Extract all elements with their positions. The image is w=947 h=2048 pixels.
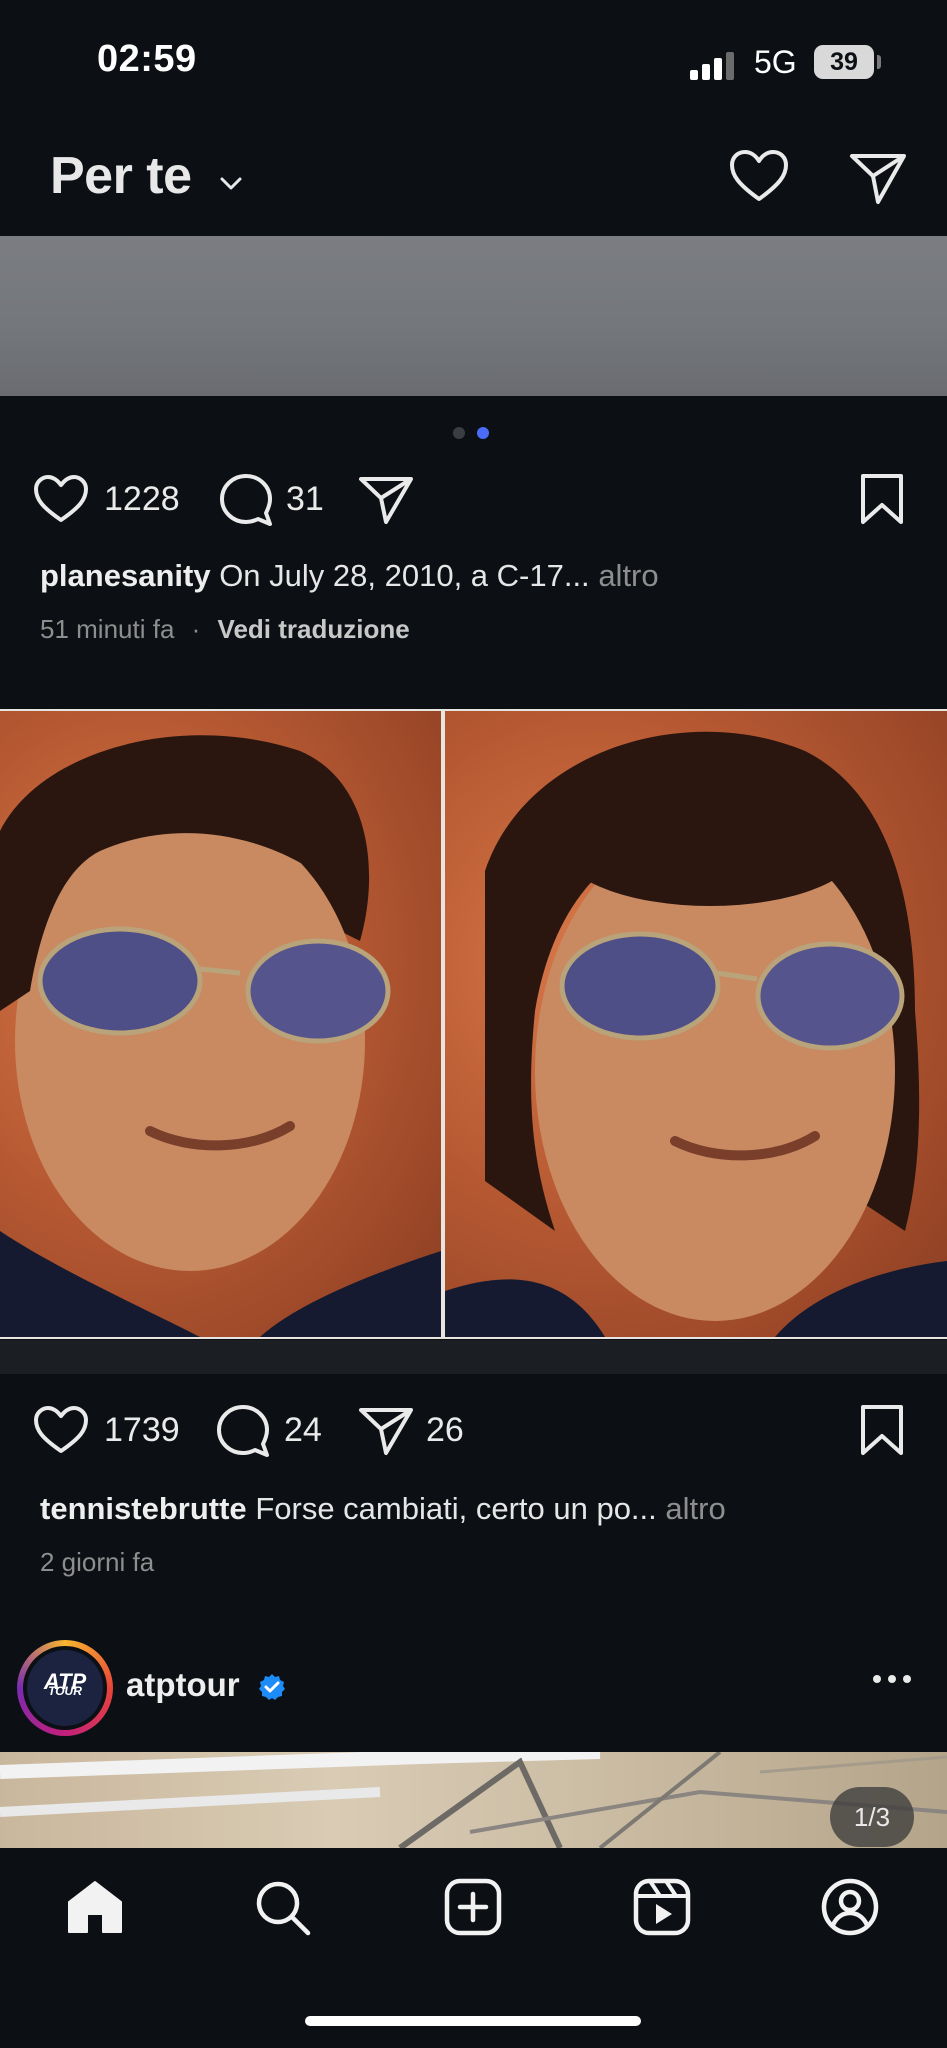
share-icon[interactable] xyxy=(358,475,414,525)
comment-count[interactable]: 24 xyxy=(284,1411,322,1450)
home-indicator[interactable] xyxy=(305,2016,641,2026)
battery-indicator: 39 xyxy=(814,45,874,79)
caption-text: Forse cambiati, certo un po... xyxy=(255,1491,657,1526)
more-options-icon[interactable] xyxy=(872,1672,912,1686)
caption-text: On July 28, 2010, a C-17... xyxy=(219,558,590,593)
post-meta: 51 minuti fa · Vedi traduzione xyxy=(40,614,410,644)
feed-selector-title[interactable]: Per te xyxy=(50,146,192,206)
like-icon[interactable] xyxy=(33,474,89,524)
post-caption: tennistebrutte Forse cambiati, certo un … xyxy=(40,1491,726,1527)
photo-right xyxy=(445,711,947,1337)
chevron-down-icon[interactable] xyxy=(218,170,244,196)
verified-badge-icon xyxy=(259,1674,285,1700)
network-label: 5G xyxy=(754,44,797,80)
status-time: 02:59 xyxy=(97,38,197,80)
like-count[interactable]: 1228 xyxy=(104,480,180,519)
comment-icon[interactable] xyxy=(215,1404,271,1458)
home-icon[interactable] xyxy=(65,1878,125,1936)
like-icon[interactable] xyxy=(33,1405,89,1455)
battery-cap xyxy=(877,55,881,69)
comment-icon[interactable] xyxy=(218,473,274,527)
reels-icon[interactable] xyxy=(632,1878,692,1936)
search-icon[interactable] xyxy=(253,1878,313,1936)
post-image[interactable] xyxy=(0,236,947,396)
post-username[interactable]: tennistebrutte xyxy=(40,1491,247,1526)
post-image[interactable] xyxy=(0,1752,947,1848)
notifications-heart-icon[interactable] xyxy=(728,148,790,204)
avatar[interactable]: ATP TOUR xyxy=(27,1650,103,1726)
post-time: 2 giorni fa xyxy=(40,1547,155,1577)
translate-link[interactable]: Vedi traduzione xyxy=(218,614,410,644)
post-image[interactable] xyxy=(0,709,947,1339)
profile-icon[interactable] xyxy=(820,1878,880,1936)
direct-messages-icon[interactable] xyxy=(848,150,908,206)
share-icon[interactable] xyxy=(358,1406,414,1456)
avatar-logo-subtext: TOUR xyxy=(48,1684,82,1698)
post-account-name[interactable]: atptour xyxy=(126,1666,240,1704)
caption-more-link[interactable]: altro xyxy=(598,558,658,593)
save-bookmark-icon[interactable] xyxy=(858,472,906,526)
post-divider-strip xyxy=(0,1340,947,1374)
post-username[interactable]: planesanity xyxy=(40,558,211,593)
save-bookmark-icon[interactable] xyxy=(858,1403,906,1457)
caption-more-link[interactable]: altro xyxy=(665,1491,725,1526)
carousel-page-indicator: 1/3 xyxy=(830,1787,914,1847)
post-time: 51 minuti fa xyxy=(40,614,175,644)
share-count[interactable]: 26 xyxy=(426,1411,464,1450)
carousel-dot xyxy=(453,427,465,439)
carousel-dot-active xyxy=(477,427,489,439)
photo-left xyxy=(0,711,441,1337)
create-post-icon[interactable] xyxy=(443,1878,503,1936)
post-caption: planesanity On July 28, 2010, a C-17... … xyxy=(40,558,659,594)
like-count[interactable]: 1739 xyxy=(104,1411,180,1450)
comment-count[interactable]: 31 xyxy=(286,480,324,519)
signal-icon xyxy=(690,48,738,80)
